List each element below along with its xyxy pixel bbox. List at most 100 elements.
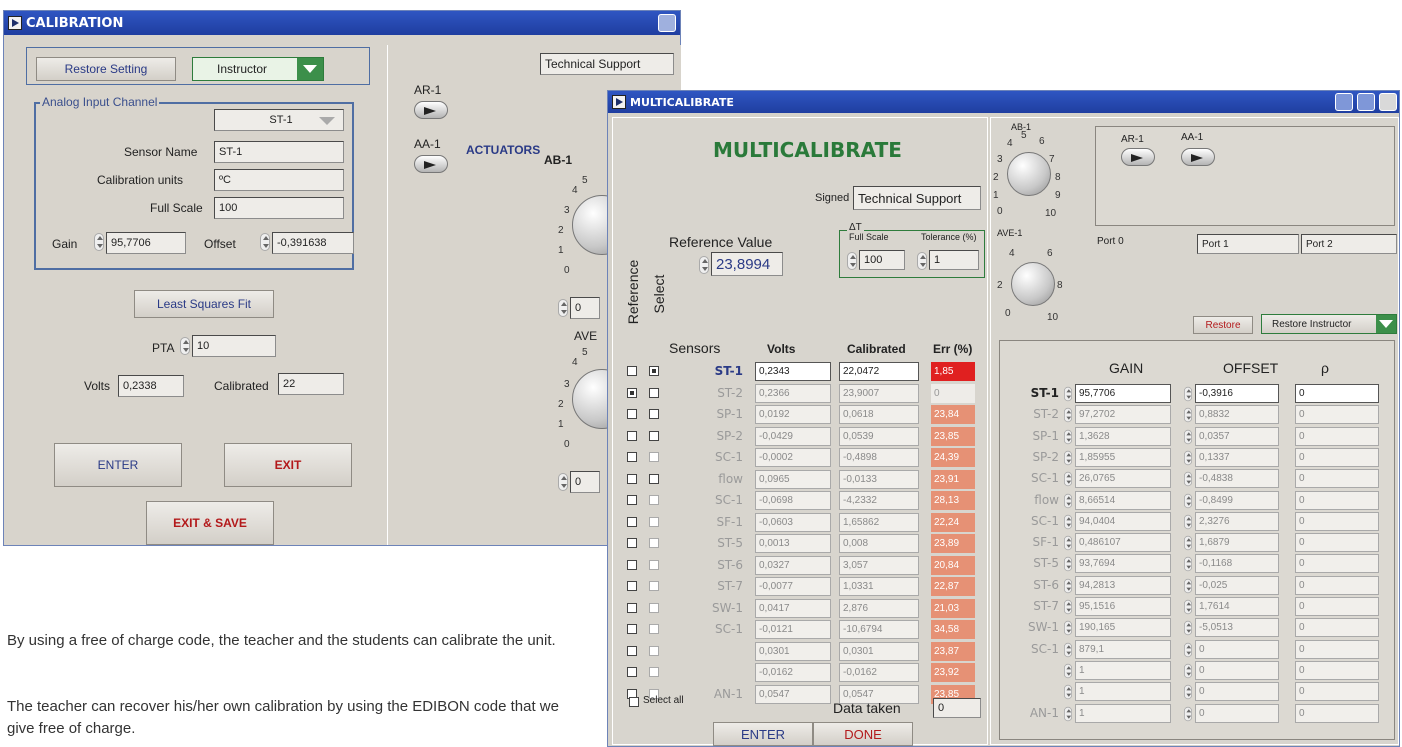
select-checkbox[interactable] <box>649 602 659 613</box>
gain-stepper-icon[interactable] <box>1064 493 1072 508</box>
restore-instructor-dropdown[interactable]: Restore Instructor <box>1261 314 1397 334</box>
calibration-units-field[interactable]: ºC <box>214 169 344 191</box>
gain-stepper-icon[interactable] <box>1064 557 1072 572</box>
offset-cell[interactable]: -0,3916 <box>1195 384 1279 403</box>
select-all-checkbox[interactable] <box>629 697 639 707</box>
offset-stepper-icon[interactable] <box>1184 514 1192 529</box>
tolerance-stepper-icon[interactable] <box>917 252 927 270</box>
offset-cell[interactable]: 1,6879 <box>1195 533 1279 553</box>
offset-stepper-icon[interactable] <box>1184 706 1192 721</box>
gain-cell[interactable]: 8,66514 <box>1075 490 1171 510</box>
select-checkbox[interactable] <box>649 667 659 677</box>
offset-stepper-icon[interactable] <box>1184 386 1192 402</box>
offset-stepper-icon[interactable] <box>1184 557 1192 572</box>
offset-cell[interactable]: -0,025 <box>1195 575 1279 595</box>
reference-checkbox[interactable] <box>627 602 637 613</box>
gain-cell[interactable]: 0,486107 <box>1075 533 1171 553</box>
select-checkbox[interactable] <box>649 387 659 398</box>
gain-stepper-icon[interactable] <box>1064 663 1072 679</box>
offset-stepper-icon[interactable] <box>1184 471 1192 487</box>
select-checkbox[interactable] <box>649 624 659 634</box>
select-checkbox[interactable] <box>649 473 659 484</box>
offset-stepper-icon[interactable] <box>1184 450 1192 466</box>
gain-stepper-icon[interactable] <box>1064 706 1072 721</box>
gain-stepper-icon[interactable] <box>94 233 104 251</box>
gain-stepper-icon[interactable] <box>1064 642 1072 657</box>
gain-stepper-icon[interactable] <box>1064 450 1072 466</box>
reference-checkbox[interactable] <box>627 516 637 527</box>
select-checkbox[interactable] <box>649 495 659 505</box>
reference-checkbox[interactable] <box>627 645 637 656</box>
offset-stepper-icon[interactable] <box>1184 429 1192 444</box>
exit-button[interactable]: EXIT <box>224 443 352 487</box>
gain-cell[interactable]: 1 <box>1075 660 1171 680</box>
maximize-icon[interactable] <box>1357 93 1375 111</box>
offset-stepper-icon[interactable] <box>1184 684 1192 700</box>
dial1-value[interactable]: 0 <box>570 297 600 319</box>
offset-cell[interactable]: -5,0513 <box>1195 618 1279 638</box>
reference-checkbox[interactable] <box>627 430 637 441</box>
pta-stepper-icon[interactable] <box>180 337 190 355</box>
reference-checkbox[interactable] <box>627 495 637 505</box>
minimize-icon[interactable] <box>1335 93 1353 111</box>
gain-stepper-icon[interactable] <box>1064 535 1072 551</box>
offset-cell[interactable]: -0,1168 <box>1195 554 1279 574</box>
channel-select[interactable]: ST-1 <box>214 109 344 131</box>
reference-checkbox[interactable] <box>627 366 637 376</box>
restore-setting-button[interactable]: Restore Setting <box>36 57 176 81</box>
reference-value-field[interactable]: 23,8994 <box>711 252 783 276</box>
gain-cell[interactable]: 93,7694 <box>1075 554 1171 574</box>
aa1-toggle[interactable] <box>414 155 448 173</box>
delta-full-scale-field[interactable]: 100 <box>859 250 905 270</box>
offset-stepper-icon[interactable] <box>1184 642 1192 657</box>
gain-cell[interactable]: 97,2702 <box>1075 405 1171 425</box>
offset-stepper-icon[interactable] <box>1184 663 1192 679</box>
reference-checkbox[interactable] <box>627 409 637 419</box>
pta-field[interactable]: 10 <box>192 335 276 357</box>
gain-field[interactable]: 95,7706 <box>106 232 186 254</box>
reference-checkbox[interactable] <box>627 667 637 677</box>
delta-full-scale-stepper-icon[interactable] <box>847 252 857 270</box>
ave1-knob[interactable] <box>1011 262 1055 306</box>
select-checkbox[interactable] <box>649 581 659 591</box>
select-checkbox[interactable] <box>649 409 659 419</box>
ar1-toggle[interactable] <box>414 101 448 119</box>
gain-cell[interactable]: 95,1516 <box>1075 597 1171 616</box>
full-scale-field[interactable]: 100 <box>214 197 344 219</box>
dial2-stepper-icon[interactable] <box>558 473 568 491</box>
gain-cell[interactable]: 94,2813 <box>1075 575 1171 595</box>
offset-cell[interactable]: 0 <box>1195 660 1279 680</box>
gain-cell[interactable]: 190,165 <box>1075 618 1171 638</box>
gain-cell[interactable]: 1,3628 <box>1075 426 1171 446</box>
reference-checkbox[interactable] <box>627 473 637 484</box>
select-checkbox[interactable] <box>649 645 659 656</box>
offset-stepper-icon[interactable] <box>1184 493 1192 508</box>
offset-cell[interactable]: 2,3276 <box>1195 511 1279 531</box>
reference-checkbox[interactable] <box>627 452 637 462</box>
multi-enter-button[interactable]: ENTER <box>713 722 813 746</box>
tolerance-field[interactable]: 1 <box>929 250 979 270</box>
dial2-value[interactable]: 0 <box>570 471 600 493</box>
gain-cell[interactable]: 1 <box>1075 703 1171 723</box>
ref-value-stepper-icon[interactable] <box>699 256 709 274</box>
port2-field[interactable]: Port 2 <box>1301 234 1397 254</box>
gain-cell[interactable]: 94,0404 <box>1075 511 1171 531</box>
least-squares-button[interactable]: Least Squares Fit <box>134 290 274 318</box>
gain-stepper-icon[interactable] <box>1064 599 1072 615</box>
gain-stepper-icon[interactable] <box>1064 684 1072 700</box>
restore-button[interactable]: Restore <box>1193 316 1253 334</box>
dial1-stepper-icon[interactable] <box>558 299 568 317</box>
offset-cell[interactable]: -0,4838 <box>1195 469 1279 489</box>
gain-stepper-icon[interactable] <box>1064 386 1072 402</box>
reference-checkbox[interactable] <box>627 387 637 398</box>
offset-stepper-icon[interactable] <box>1184 621 1192 636</box>
sensor-name-field[interactable]: ST-1 <box>214 141 344 163</box>
offset-cell[interactable]: 0,0357 <box>1195 426 1279 446</box>
select-checkbox[interactable] <box>649 452 659 462</box>
offset-cell[interactable]: 0 <box>1195 682 1279 702</box>
offset-cell[interactable]: 0 <box>1195 639 1279 659</box>
close-icon[interactable] <box>658 14 676 32</box>
exit-save-button[interactable]: EXIT & SAVE <box>146 501 274 545</box>
offset-stepper-icon[interactable] <box>1184 535 1192 551</box>
gain-cell[interactable]: 95,7706 <box>1075 384 1171 403</box>
